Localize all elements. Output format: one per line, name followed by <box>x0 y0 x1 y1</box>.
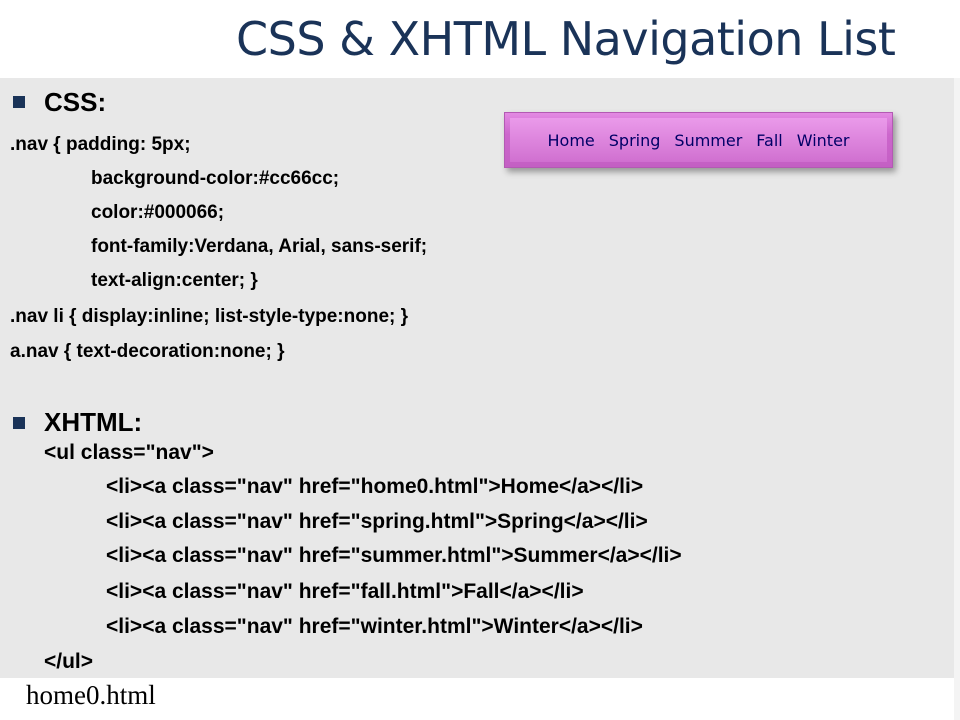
nav-preview-list: Home Spring Summer Fall Winter <box>510 118 887 162</box>
square-bullet-icon <box>13 417 25 429</box>
nav-preview-link-fall[interactable]: Fall <box>756 131 782 150</box>
css-code-line: text-align:center; } <box>91 270 258 291</box>
xhtml-code-line: <li><a class="nav" href="winter.html">Wi… <box>106 615 643 638</box>
css-heading: CSS: <box>44 87 107 117</box>
nav-preview-link-home[interactable]: Home <box>548 131 595 150</box>
css-code-line: background-color:#cc66cc; <box>91 168 340 189</box>
nav-preview-link-winter[interactable]: Winter <box>797 131 850 150</box>
xhtml-code-line: </ul> <box>44 650 94 673</box>
css-code-line: .nav { padding: 5px; <box>10 134 191 155</box>
xhtml-code-line: <li><a class="nav" href="home0.html">Hom… <box>106 475 644 498</box>
nav-preview-box: Home Spring Summer Fall Winter <box>504 112 893 168</box>
xhtml-code-line: <li><a class="nav" href="spring.html">Sp… <box>106 510 648 533</box>
filename-caption: home0.html <box>26 680 156 710</box>
xhtml-code-line: <li><a class="nav" href="summer.html">Su… <box>106 544 682 567</box>
square-bullet-icon <box>13 96 25 108</box>
xhtml-code-line: <li><a class="nav" href="fall.html">Fall… <box>106 580 584 603</box>
nav-preview-link-spring[interactable]: Spring <box>609 131 661 150</box>
xhtml-heading: XHTML: <box>44 407 143 437</box>
right-edge <box>954 78 960 720</box>
title-bar: CSS & XHTML Navigation List <box>0 0 960 78</box>
css-code-line: font-family:Verdana, Arial, sans-serif; <box>91 236 428 257</box>
css-code-line: a.nav { text-decoration:none; } <box>10 341 285 362</box>
xhtml-code-line: <ul class="nav"> <box>44 441 214 464</box>
slide-title: CSS & XHTML Navigation List <box>236 12 896 66</box>
nav-preview-link-summer[interactable]: Summer <box>674 131 742 150</box>
css-code-line: .nav li { display:inline; list-style-typ… <box>10 306 409 327</box>
css-code-line: color:#000066; <box>91 202 225 223</box>
